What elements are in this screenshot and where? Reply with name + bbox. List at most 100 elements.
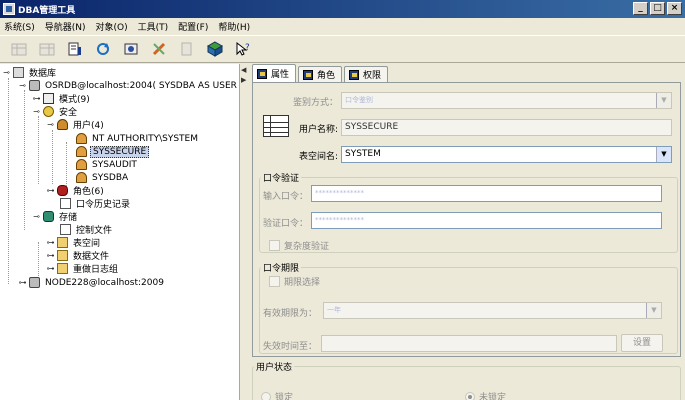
schema-icon xyxy=(124,43,138,55)
tree-user-label: NT AUTHORITY\SYSTEM xyxy=(92,133,198,144)
tree-security[interactable]: ⊸ 安全 xyxy=(32,105,79,118)
splitter[interactable]: ◀ ▶ xyxy=(240,64,247,400)
users-icon xyxy=(57,119,68,130)
auth-method-value: 口令鉴别 xyxy=(345,96,373,104)
menu-config[interactable]: 配置(F) xyxy=(178,20,208,33)
tree-storage[interactable]: ⊸ 存储 xyxy=(32,210,79,223)
expand-toggle[interactable]: ⊸ xyxy=(2,68,11,77)
password-confirm-label: 验证口令： xyxy=(263,219,309,229)
close-button[interactable]: × xyxy=(667,2,682,15)
roles-icon xyxy=(57,185,68,196)
expand-toggle[interactable]: ⊶ xyxy=(46,251,55,260)
user-icon xyxy=(76,172,87,183)
tablespace-value: SYSTEM xyxy=(345,149,381,159)
storage-icon xyxy=(43,211,54,222)
complexity-checkbox[interactable]: 复杂度验证 xyxy=(269,239,329,252)
window-title: DBA管理工具 xyxy=(18,5,76,16)
tree-server-osrdb[interactable]: ⊸ OSRDB@localhost:2004( SYSDBA AS USER ) xyxy=(18,79,239,92)
tree-root-label: 数据库 xyxy=(29,69,57,79)
schema-button[interactable] xyxy=(120,38,142,60)
expand-toggle[interactable]: ⊸ xyxy=(18,81,27,90)
context-help-button[interactable]: ? xyxy=(232,38,254,60)
toolbar: ? xyxy=(0,35,685,63)
copy-button[interactable] xyxy=(176,38,198,60)
chevron-down-icon[interactable]: ▼ xyxy=(646,303,661,318)
tree-server-label: NODE228@localhost:2009 xyxy=(45,277,164,288)
expand-toggle[interactable]: ⊶ xyxy=(32,94,41,103)
maximize-button[interactable]: □ xyxy=(650,2,665,15)
tree-storage-label: 存储 xyxy=(59,213,78,223)
tree-user-sysaudit[interactable]: SYSAUDIT xyxy=(76,158,139,171)
edit-table-button[interactable] xyxy=(36,38,58,60)
valid-period-select[interactable]: 一年 ▼ xyxy=(323,302,662,319)
new-table-button[interactable] xyxy=(8,38,30,60)
tree-user-sysdba[interactable]: SYSDBA xyxy=(76,171,130,184)
expire-time-field[interactable] xyxy=(321,335,617,352)
settings-button[interactable]: 设置 xyxy=(621,334,663,352)
tree-line xyxy=(24,90,25,230)
expiry-check-label: 期限选择 xyxy=(284,278,321,288)
expand-toggle[interactable]: ⊸ xyxy=(32,107,41,116)
tab-strip: 属性 角色 权限 xyxy=(252,64,390,82)
tree-user-nt-authority[interactable]: NT AUTHORITY\SYSTEM xyxy=(76,132,200,145)
expand-toggle[interactable]: ⊶ xyxy=(46,264,55,273)
password-label: 输入口令： xyxy=(263,192,309,202)
tree-roles[interactable]: ⊶ 角色(6) xyxy=(46,184,106,197)
tools-button[interactable] xyxy=(148,38,170,60)
menu-tools[interactable]: 工具(T) xyxy=(138,20,169,33)
copy-icon xyxy=(181,42,192,56)
chevron-down-icon[interactable]: ▼ xyxy=(656,147,671,162)
menu-navigator[interactable]: 导航器(N) xyxy=(45,20,86,33)
package-icon xyxy=(207,41,223,57)
tree-control-files[interactable]: 控制文件 xyxy=(60,223,114,236)
navigator-tree: ⊸ 数据库 ⊸ OSRDB@localhost:2004( SYSDBA AS … xyxy=(0,64,240,400)
menu-system[interactable]: 系统(S) xyxy=(4,20,35,33)
expand-toggle[interactable]: ⊶ xyxy=(18,278,27,287)
tree-line xyxy=(38,116,39,184)
expire-time-label: 失效时间至： xyxy=(263,342,318,352)
tree-schema[interactable]: ⊶ 模式(9) xyxy=(32,92,92,105)
tree-server-node228[interactable]: ⊶ NODE228@localhost:2009 xyxy=(18,276,166,289)
server-icon xyxy=(29,277,40,288)
minimize-button[interactable]: _ xyxy=(633,2,648,15)
tree-root[interactable]: ⊸ 数据库 xyxy=(2,66,58,79)
auth-method-select[interactable]: 口令鉴别 ▼ xyxy=(341,92,672,109)
refresh-button[interactable] xyxy=(92,38,114,60)
tree-user-label: SYSAUDIT xyxy=(92,159,137,170)
expand-toggle[interactable]: ⊶ xyxy=(46,238,55,247)
tree-data-files[interactable]: ⊶ 数据文件 xyxy=(46,249,111,262)
sql-icon xyxy=(68,42,81,56)
collapse-right-icon[interactable]: ▶ xyxy=(241,76,246,84)
tree-user-syssecure[interactable]: SYSSECURE xyxy=(76,145,150,158)
tree-redo-logs[interactable]: ⊶ 重做日志组 xyxy=(46,262,120,275)
tree-tablespaces[interactable]: ⊶ 表空间 xyxy=(46,236,102,249)
auth-method-label: 鉴别方式： xyxy=(292,98,338,108)
expand-toggle[interactable]: ⊸ xyxy=(32,212,41,221)
locked-radio[interactable]: 锁定 xyxy=(261,390,293,400)
password-input[interactable]: ************** xyxy=(311,185,662,202)
sql-button[interactable] xyxy=(64,38,86,60)
tree-users[interactable]: ⊸ 用户(4) xyxy=(46,118,106,131)
app-icon xyxy=(3,3,15,15)
expiry-checkbox[interactable]: 期限选择 xyxy=(269,275,320,288)
tab-privileges[interactable]: 权限 xyxy=(344,66,389,82)
expand-toggle[interactable]: ⊸ xyxy=(46,120,55,129)
user-icon xyxy=(76,133,87,144)
tab-properties[interactable]: 属性 xyxy=(252,64,297,82)
tab-icon xyxy=(303,69,314,80)
expand-toggle[interactable]: ⊶ xyxy=(46,186,55,195)
package-button[interactable] xyxy=(204,38,226,60)
radio-circle xyxy=(261,391,271,400)
tree-password-history[interactable]: 口令历史记录 xyxy=(60,197,132,210)
username-field[interactable]: SYSSECURE xyxy=(341,119,672,136)
tree-security-label: 安全 xyxy=(59,108,78,118)
menu-object[interactable]: 对象(O) xyxy=(96,20,128,33)
tablespace-select[interactable]: SYSTEM ▼ xyxy=(341,146,672,163)
unlocked-radio[interactable]: 未锁定 xyxy=(465,390,506,400)
password-confirm-input[interactable]: ************** xyxy=(311,212,662,229)
menu-help[interactable]: 帮助(H) xyxy=(218,20,250,33)
chevron-down-icon[interactable]: ▼ xyxy=(656,93,671,108)
tab-label: 角色 xyxy=(317,71,336,81)
tab-roles[interactable]: 角色 xyxy=(298,66,343,82)
collapse-left-icon[interactable]: ◀ xyxy=(241,66,246,74)
